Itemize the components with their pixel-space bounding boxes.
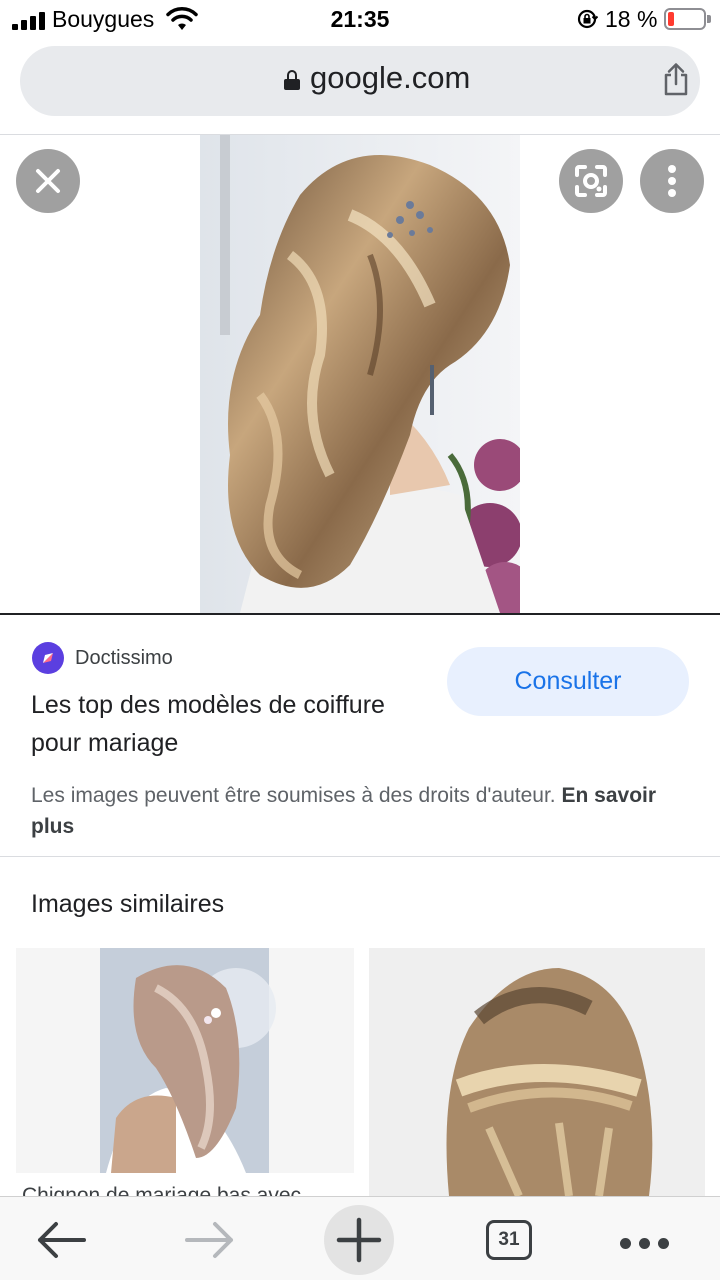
more-horiz-icon[interactable] xyxy=(610,1205,680,1275)
image-divider xyxy=(0,613,720,615)
new-tab-button[interactable] xyxy=(324,1205,394,1275)
forward-button[interactable] xyxy=(175,1205,245,1275)
similar-image-2[interactable] xyxy=(369,948,705,1196)
rotation-lock-icon xyxy=(577,9,598,29)
share-icon[interactable] xyxy=(656,60,696,100)
tab-count: 31 xyxy=(486,1220,532,1260)
close-button[interactable] xyxy=(16,149,80,213)
result-title[interactable]: Les top des modèles de coiffure pour mar… xyxy=(31,686,431,762)
more-vert-icon xyxy=(668,165,676,197)
battery-icon xyxy=(664,8,711,30)
divider xyxy=(0,856,720,857)
back-button[interactable] xyxy=(26,1205,96,1275)
battery-percent: 18 % xyxy=(605,6,658,32)
source-name[interactable]: Doctissimo xyxy=(75,647,173,670)
similar-image-1[interactable] xyxy=(16,948,354,1173)
similar-image-1-caption[interactable]: Chignon de mariage bas avec xyxy=(22,1186,342,1196)
url-text[interactable]: google.com xyxy=(310,60,470,96)
lens-icon xyxy=(575,165,607,197)
source-logo-icon xyxy=(32,642,64,674)
padlock-icon xyxy=(284,70,300,90)
similar-images-heading: Images similaires xyxy=(31,890,225,918)
more-options-button[interactable] xyxy=(640,149,704,213)
visit-button[interactable]: Consulter xyxy=(447,647,689,716)
image-viewer xyxy=(0,135,720,613)
copyright-notice: Les images peuvent être soumises à des d… xyxy=(31,780,691,842)
address-bar[interactable]: google.com xyxy=(20,46,700,116)
bottom-toolbar: 31 xyxy=(0,1196,720,1280)
arrow-right-icon xyxy=(185,1222,233,1258)
lens-button[interactable] xyxy=(559,149,623,213)
arrow-left-icon xyxy=(38,1222,86,1258)
main-image[interactable] xyxy=(200,135,520,613)
copyright-text: Les images peuvent être soumises à des d… xyxy=(31,784,556,807)
status-bar: Bouygues 21:35 18 % xyxy=(0,0,720,40)
close-icon xyxy=(36,169,60,193)
tab-switcher-button[interactable]: 31 xyxy=(474,1205,544,1275)
plus-icon xyxy=(336,1217,382,1263)
